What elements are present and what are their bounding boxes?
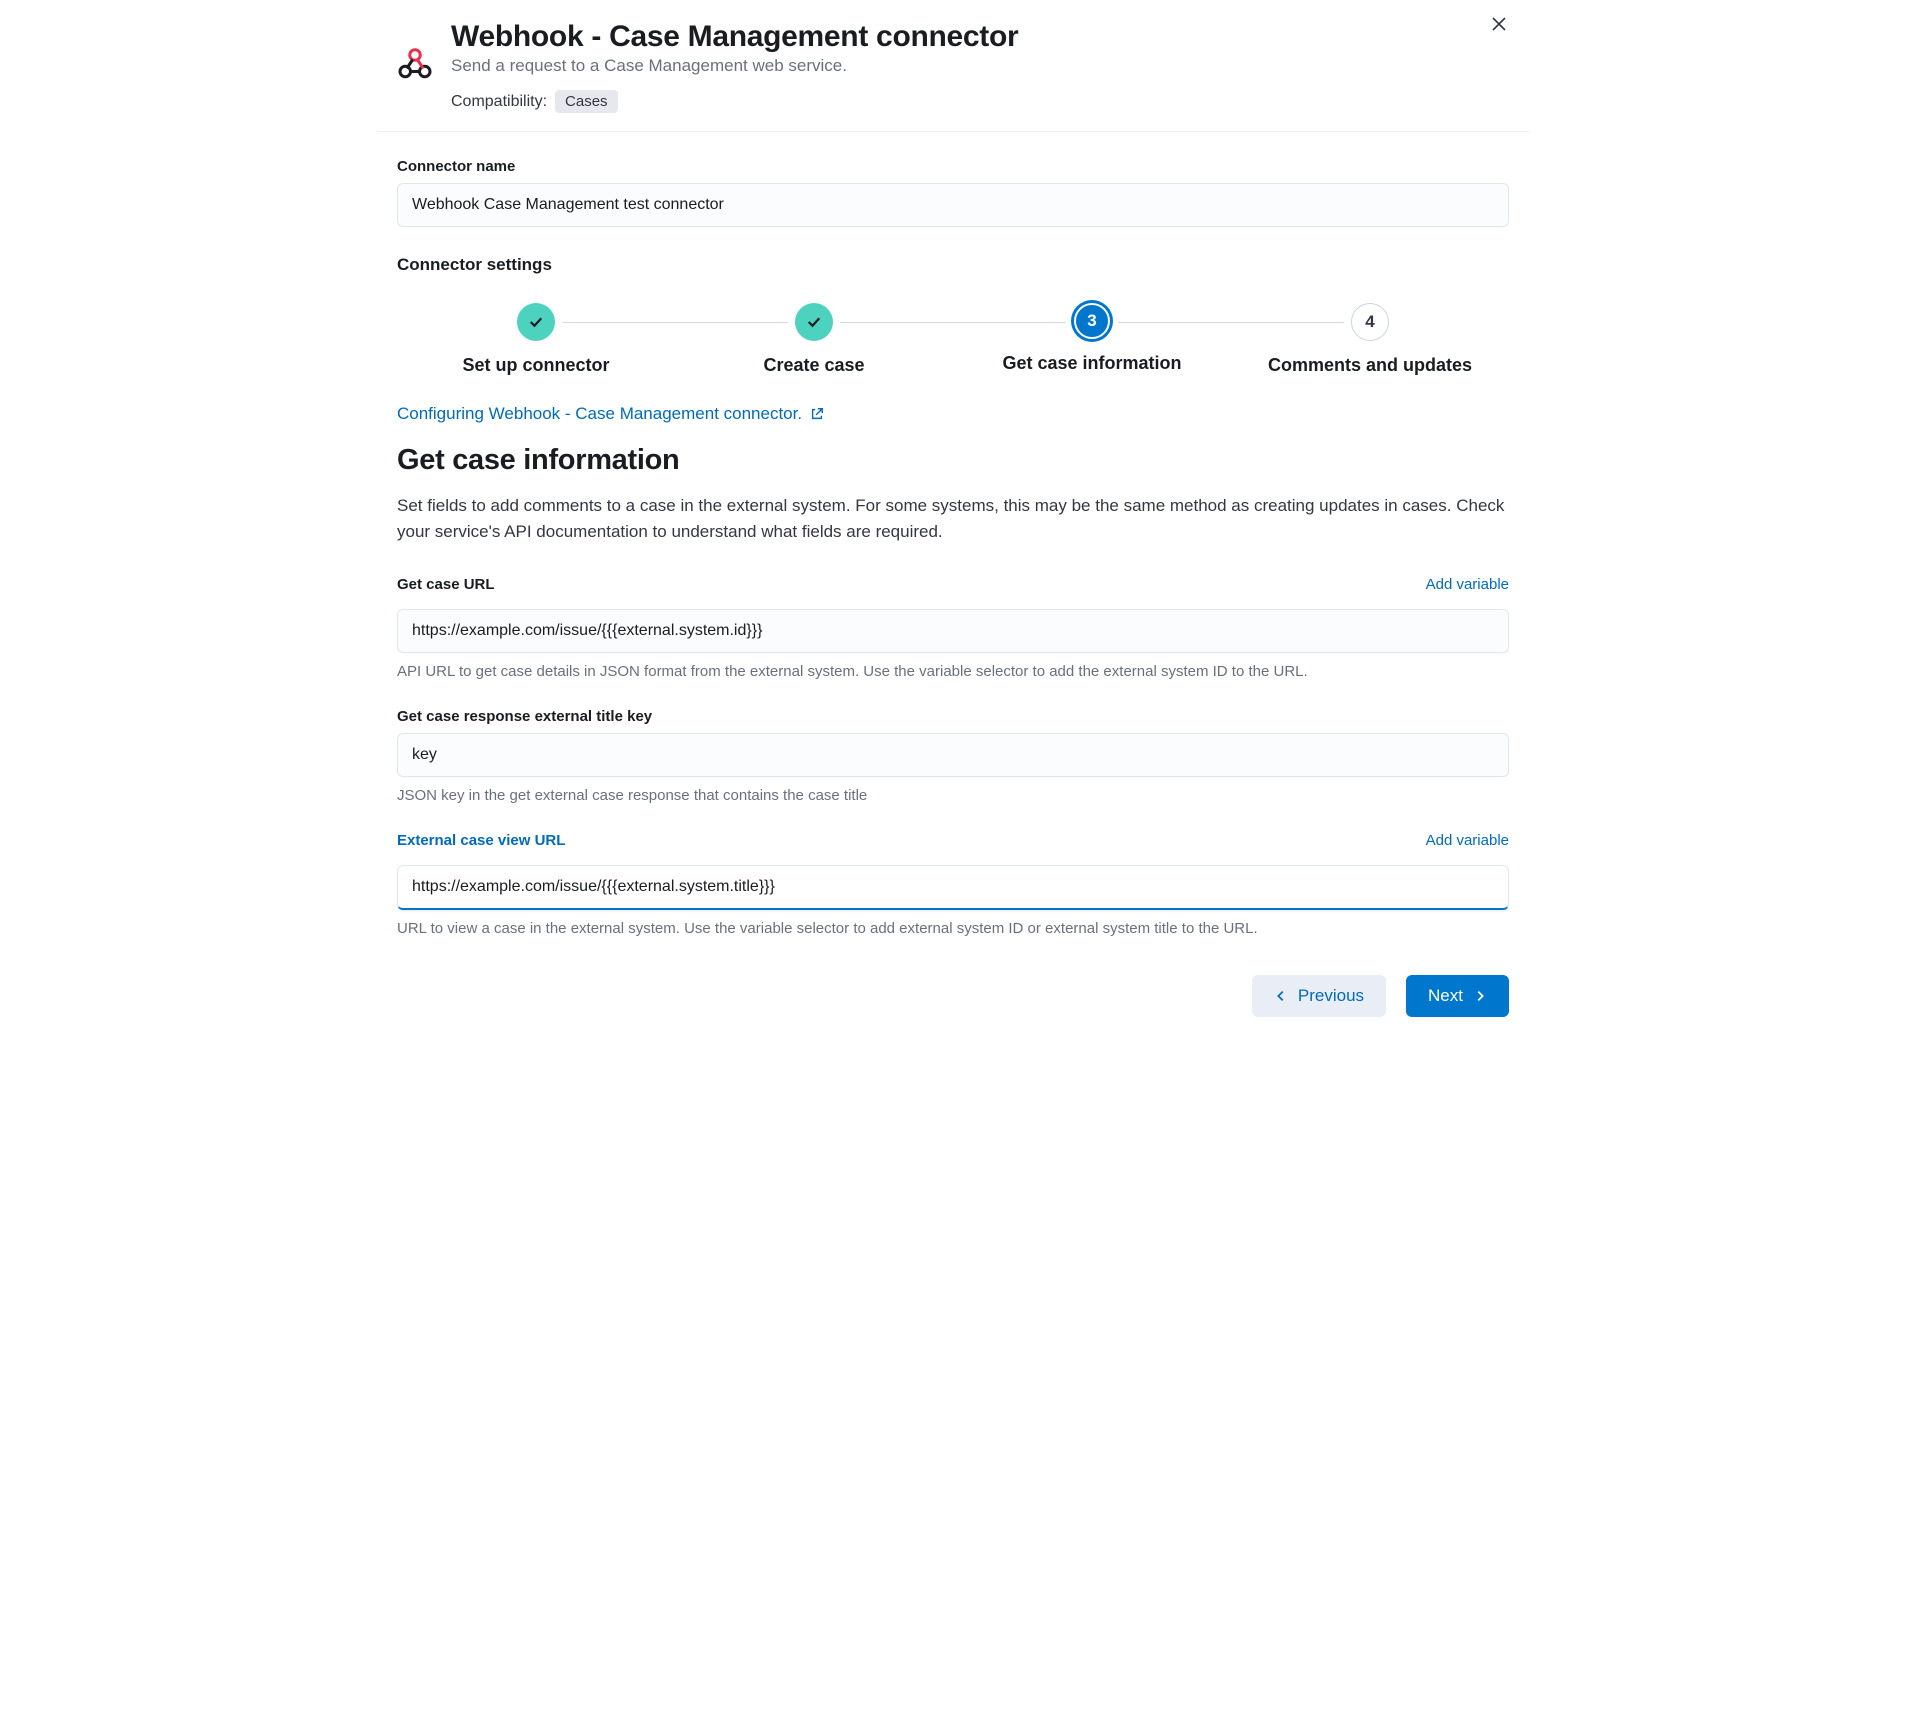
previous-label: Previous [1298,986,1364,1006]
step-indicator-pending: 4 [1351,303,1389,341]
get-case-url-input[interactable] [397,609,1509,653]
compatibility-label: Compatibility: [451,93,547,111]
page-title: Webhook - Case Management connector [451,20,1509,54]
next-label: Next [1428,986,1463,1006]
webhook-icon [397,46,433,82]
add-variable-button[interactable]: Add variable [1426,576,1509,593]
title-key-field: Get case response external title key JSO… [397,708,1509,806]
title-key-label: Get case response external title key [397,708,1509,725]
check-icon [805,313,823,331]
connector-settings-label: Connector settings [397,255,1509,275]
title-key-input[interactable] [397,733,1509,777]
stepper: Set up connector Create case 3 Get case … [397,303,1509,376]
external-link-icon [810,407,824,421]
step-get-case-info[interactable]: 3 Get case information [953,303,1231,374]
modal-footer: Previous Next [377,967,1529,1025]
chevron-right-icon [1473,989,1487,1003]
get-case-url-field: Get case URL Add variable API URL to get… [397,576,1509,682]
view-url-field: External case view URL Add variable URL … [397,832,1509,939]
step-label: Get case information [1002,353,1181,374]
get-case-url-label: Get case URL [397,576,495,593]
page-subtitle: Send a request to a Case Management web … [451,56,1509,76]
previous-button[interactable]: Previous [1252,975,1386,1017]
step-indicator-current: 3 [1074,303,1110,339]
add-variable-button[interactable]: Add variable [1426,832,1509,849]
view-url-label: External case view URL [397,832,565,849]
close-icon [1491,16,1507,32]
doc-link-text: Configuring Webhook - Case Management co… [397,404,802,424]
compatibility-row: Compatibility: Cases [451,90,1509,113]
step-label: Comments and updates [1268,355,1472,376]
view-url-input[interactable] [397,865,1509,910]
connector-modal: Webhook - Case Management connector Send… [377,0,1529,1025]
section-title: Get case information [397,444,1509,477]
next-button[interactable]: Next [1406,975,1509,1017]
check-icon [527,313,545,331]
compatibility-badge: Cases [555,90,618,113]
view-url-help: URL to view a case in the external syste… [397,918,1509,939]
chevron-left-icon [1274,989,1288,1003]
step-indicator-done [795,303,833,341]
connector-name-field: Connector name [397,158,1509,227]
step-label: Create case [763,355,864,376]
title-key-help: JSON key in the get external case respon… [397,785,1509,806]
connector-name-label: Connector name [397,158,1509,175]
close-button[interactable] [1487,14,1511,38]
modal-header: Webhook - Case Management connector Send… [377,0,1529,132]
step-create-case[interactable]: Create case [675,303,953,376]
step-label: Set up connector [462,355,609,376]
get-case-url-help: API URL to get case details in JSON form… [397,661,1509,682]
step-setup-connector[interactable]: Set up connector [397,303,675,376]
doc-link[interactable]: Configuring Webhook - Case Management co… [397,404,824,424]
connector-name-input[interactable] [397,183,1509,227]
section-description: Set fields to add comments to a case in … [397,493,1509,546]
step-comments-updates[interactable]: 4 Comments and updates [1231,303,1509,376]
step-indicator-done [517,303,555,341]
